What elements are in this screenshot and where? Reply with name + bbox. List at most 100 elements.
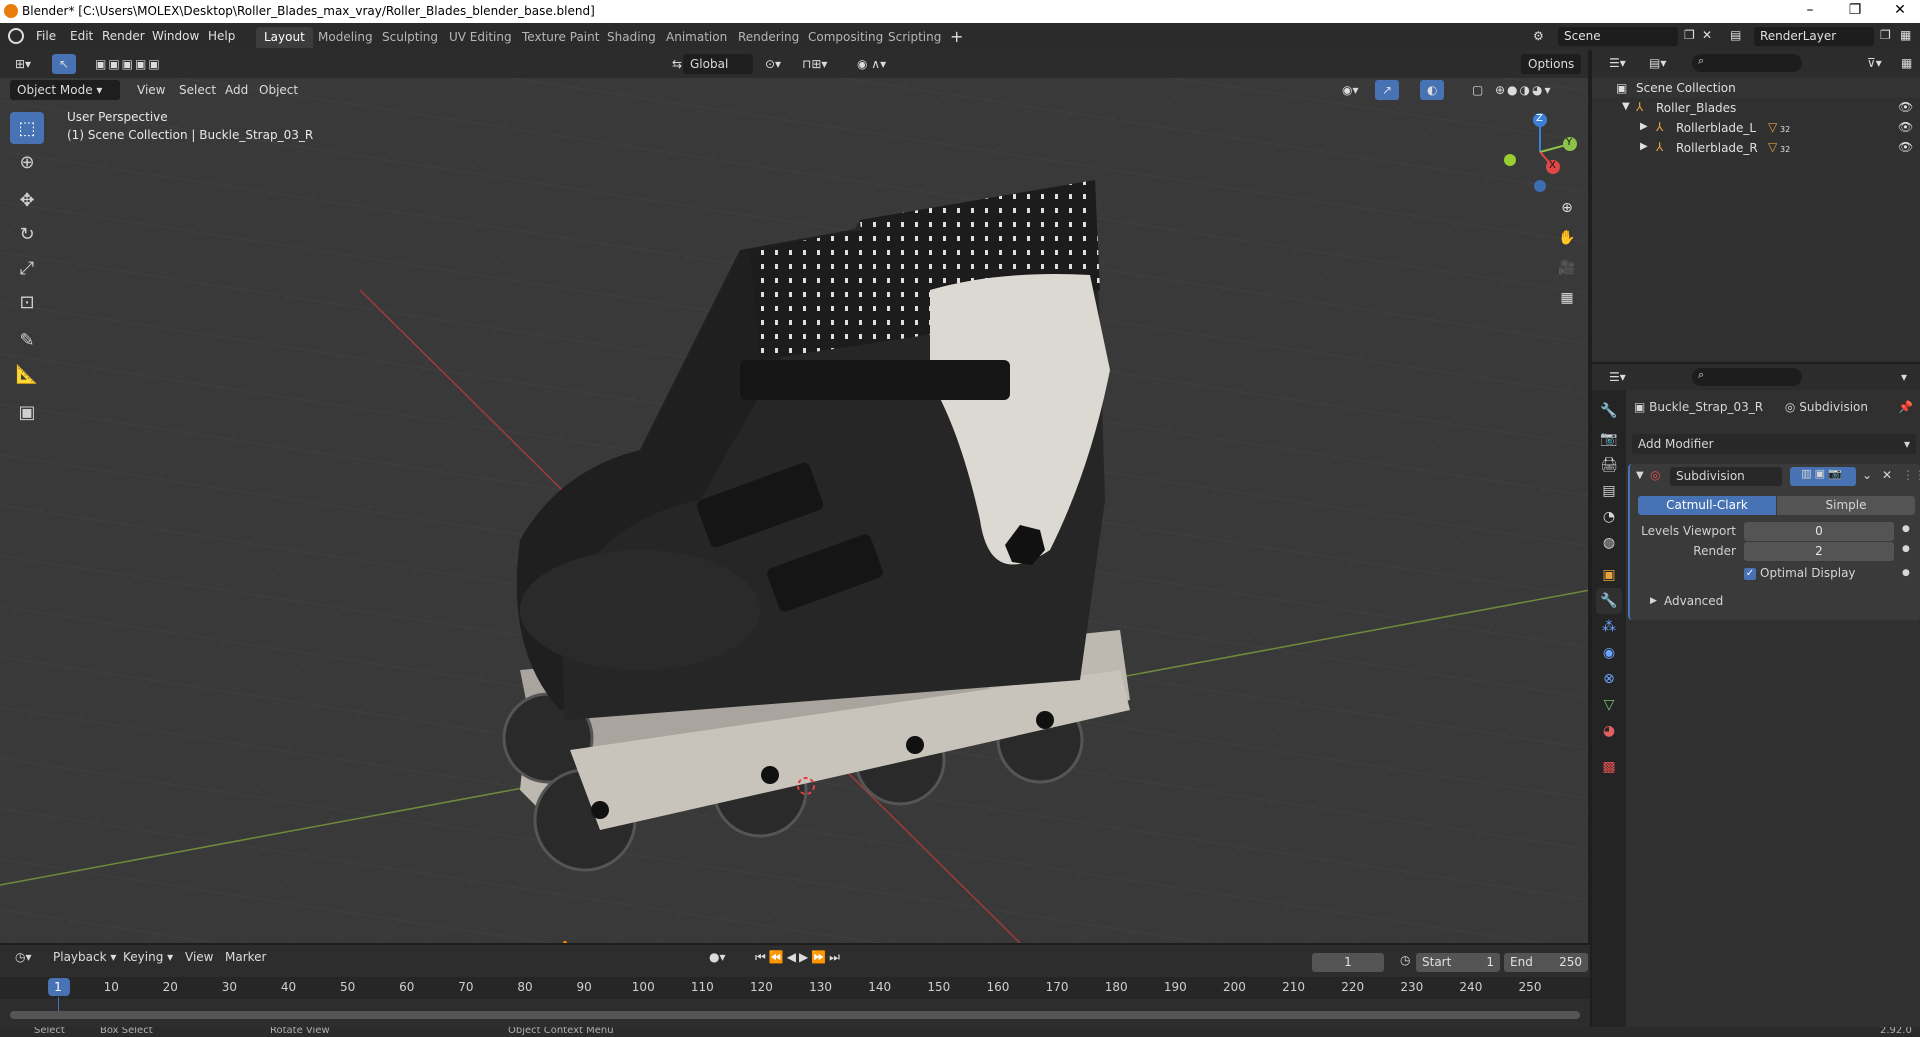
menu-view[interactable]: View <box>130 80 172 100</box>
drag-handle-icon[interactable]: ⋮⋮ <box>1902 468 1920 482</box>
panel-collapse-icon[interactable]: ▼ <box>1636 470 1644 481</box>
world-tab-icon[interactable]: ◍ <box>1596 530 1622 556</box>
menu-marker[interactable]: Marker <box>218 947 273 967</box>
simple-button[interactable]: Simple <box>1777 496 1915 515</box>
tool-tab-icon[interactable]: 🔧 <box>1596 398 1622 424</box>
modifier-visibility-toggles-icon[interactable]: ▥▣📷 <box>1790 467 1856 486</box>
tool-add-cube-icon[interactable]: ▣ <box>10 396 44 428</box>
tab-rendering[interactable]: Rendering <box>730 27 807 48</box>
xray-icon[interactable]: ▢ <box>1465 80 1490 100</box>
tab-shading[interactable]: Shading <box>599 27 664 48</box>
properties-editor-type-icon[interactable]: ☰▾ <box>1602 367 1633 387</box>
proportional-edit-icon[interactable]: ◉ ∧▾ <box>850 54 893 74</box>
outliner[interactable]: ☰▾ ▤▾ ⌕ ⊽▾ ▦ ▣ Scene Collection ▼ ⅄ Roll… <box>1592 50 1920 362</box>
blender-menu-icon[interactable] <box>8 28 24 44</box>
keyframe-dot-icon[interactable]: ● <box>1902 568 1910 578</box>
outliner-row-rollerblade-r[interactable]: ▶ ⅄ Rollerblade_R ▽ 32 👁 <box>1592 138 1920 158</box>
advanced-expand-icon[interactable]: ▶ <box>1650 596 1657 606</box>
menu-window[interactable]: Window <box>152 29 199 43</box>
editor-type-icon[interactable]: ⊞▾ <box>8 54 38 74</box>
menu-object[interactable]: Object <box>252 80 305 100</box>
advanced-subpanel[interactable]: Advanced <box>1664 594 1723 608</box>
add-modifier-dropdown[interactable]: Add Modifier ▾ <box>1632 434 1916 454</box>
3d-viewport[interactable]: ⊞▾ ↖ ▣▣▣▣▣ ⇆ Global ⊙▾ ⊓⊞▾ ◉ ∧▾ Options … <box>0 50 1590 943</box>
material-tab-icon[interactable]: ◕ <box>1596 718 1622 744</box>
tool-measure-icon[interactable]: 📐 <box>10 358 44 390</box>
output-tab-icon[interactable]: 🖨 <box>1596 452 1622 478</box>
tab-sculpting[interactable]: Sculpting <box>374 27 446 48</box>
tool-cursor-icon[interactable]: ⊕ <box>10 146 44 178</box>
keyframe-dot-icon[interactable]: ● <box>1902 544 1910 554</box>
timeline-editor-type-icon[interactable]: ◷▾ <box>8 947 39 967</box>
new-collection-icon[interactable]: ▦ <box>1894 53 1919 73</box>
renderlayer-copy-icon[interactable]: ❐ <box>1880 28 1891 42</box>
playback-controls-icon[interactable]: ⏮⏪◀▶⏩⏭ <box>748 947 850 967</box>
scene-icon[interactable]: ⚙ <box>1533 29 1547 43</box>
render-tab-icon[interactable]: 📷 <box>1596 426 1622 452</box>
properties-search-input[interactable]: ⌕ <box>1692 368 1802 386</box>
collapse-icon[interactable]: ▶ <box>1640 121 1648 132</box>
zoom-icon[interactable]: ⊕ <box>1555 196 1579 220</box>
scene-tab-icon[interactable]: ◔ <box>1596 504 1622 530</box>
modifier-menu-icon[interactable]: ⌄ <box>1862 468 1872 482</box>
tool-rotate-icon[interactable]: ↻ <box>10 218 44 250</box>
collapse-icon[interactable]: ▶ <box>1640 141 1648 152</box>
orientation-dropdown[interactable]: Global <box>683 54 753 74</box>
optimal-display-checkbox[interactable]: ✓ <box>1744 568 1756 580</box>
keyframe-dot-icon[interactable]: ● <box>1902 524 1910 534</box>
outliner-search-input[interactable]: ⌕ <box>1692 54 1802 72</box>
outliner-editor-type-icon[interactable]: ☰▾ <box>1602 53 1633 73</box>
menu-render[interactable]: Render <box>102 29 145 43</box>
physics-tab-icon[interactable]: ◉ <box>1596 640 1622 666</box>
scene-field[interactable]: Scene <box>1558 27 1678 46</box>
timeline-editor[interactable]: ◷▾ Playback ▾ Keying ▾ View Marker ●▾ ⏮⏪… <box>0 945 1590 1027</box>
tool-select-box-icon[interactable]: ⬚ <box>10 112 44 144</box>
menu-help[interactable]: Help <box>208 29 235 43</box>
tab-animation[interactable]: Animation <box>658 27 735 48</box>
pan-hand-icon[interactable]: ✋ <box>1555 226 1579 250</box>
levels-viewport-field[interactable]: 0 <box>1744 522 1894 541</box>
snap-icon[interactable]: ⊓⊞▾ <box>795 54 834 74</box>
outliner-row-scene-collection[interactable]: ▣ Scene Collection <box>1592 78 1920 98</box>
data-tab-icon[interactable]: ▽ <box>1596 692 1622 718</box>
options-dropdown[interactable]: Options <box>1521 54 1581 74</box>
menu-timeline-view[interactable]: View <box>178 947 220 967</box>
add-workspace-icon[interactable]: + <box>950 27 963 46</box>
pin-icon[interactable]: 📌 <box>1898 400 1913 414</box>
mode-dropdown[interactable]: Object Mode ▾ <box>10 80 120 100</box>
display-mode-icon[interactable]: ▤▾ <box>1642 53 1673 73</box>
catmull-clark-button[interactable]: Catmull-Clark <box>1638 496 1776 515</box>
restore-icon[interactable]: ❐ <box>1840 2 1870 18</box>
tab-scripting[interactable]: Scripting <box>880 27 949 48</box>
overlay-toggle-icon[interactable]: ◐ <box>1420 80 1445 100</box>
renderlayer-remove-icon[interactable]: ▦ <box>1900 28 1911 42</box>
close-icon[interactable]: ✕ <box>1885 2 1915 18</box>
shading-modes-icon[interactable]: ⊕●◑◕▾ <box>1488 80 1560 100</box>
tool-transform-icon[interactable]: ⊡ <box>10 286 44 318</box>
object-tab-icon[interactable]: ▣ <box>1596 562 1622 588</box>
tool-scale-icon[interactable]: ⤢ <box>10 252 44 284</box>
renderlayer-icon[interactable]: ▤ <box>1730 28 1741 42</box>
render-levels-field[interactable]: 2 <box>1744 542 1894 561</box>
visibility-eye-icon[interactable]: 👁 <box>1898 120 1913 134</box>
expand-icon[interactable]: ▼ <box>1622 101 1630 112</box>
texture-tab-icon[interactable]: ▩ <box>1596 754 1622 780</box>
select-mode-icon[interactable]: ↖ <box>52 54 76 74</box>
menu-add[interactable]: Add <box>218 80 255 100</box>
minimize-icon[interactable]: – <box>1795 2 1825 18</box>
menu-edit[interactable]: Edit <box>70 29 93 43</box>
menu-file[interactable]: File <box>36 29 56 43</box>
properties-options-icon[interactable]: ▾ <box>1894 367 1914 387</box>
scene-copy-icon[interactable]: ❐ <box>1684 28 1695 42</box>
menu-select[interactable]: Select <box>172 80 223 100</box>
modifier-name-input[interactable]: Subdivision <box>1670 467 1782 486</box>
modifier-tab-icon[interactable]: 🔧 <box>1596 588 1622 614</box>
outliner-row-rollerblade-l[interactable]: ▶ ⅄ Rollerblade_L ▽ 32 👁 <box>1592 118 1920 138</box>
view-layer-tab-icon[interactable]: ▤ <box>1596 478 1622 504</box>
outliner-row-roller-blades[interactable]: ▼ ⅄ Roller_Blades 👁 <box>1592 98 1920 118</box>
visibility-eye-icon[interactable]: 👁 <box>1898 100 1913 114</box>
visibility-eye-icon[interactable]: 👁 <box>1898 140 1913 154</box>
scene-remove-icon[interactable]: ✕ <box>1702 28 1712 42</box>
ortho-grid-icon[interactable]: ▦ <box>1555 286 1579 310</box>
tab-compositing[interactable]: Compositing <box>800 27 891 48</box>
